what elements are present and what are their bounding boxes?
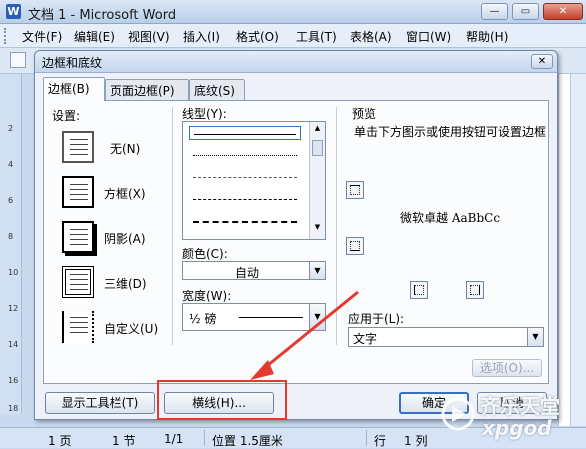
watermark-text: 齐乐天堂 xyxy=(480,394,560,418)
tab-borders[interactable]: 边框(B) xyxy=(43,77,105,101)
annotation-arrow xyxy=(250,290,359,380)
status-page-of: 1/1 xyxy=(164,432,184,446)
status-divider xyxy=(366,430,367,446)
status-page: 1 页 xyxy=(48,434,72,448)
status-column: 1 列 xyxy=(404,434,428,448)
status-divider xyxy=(204,430,205,446)
watermark-site: xpgod xyxy=(482,416,552,440)
status-section: 1 节 xyxy=(112,434,136,448)
status-position: 位置 1.5厘米 xyxy=(212,434,283,448)
status-line: 行 xyxy=(374,434,387,448)
site-watermark-logo: 齐乐天堂 xpgod xyxy=(438,386,583,442)
